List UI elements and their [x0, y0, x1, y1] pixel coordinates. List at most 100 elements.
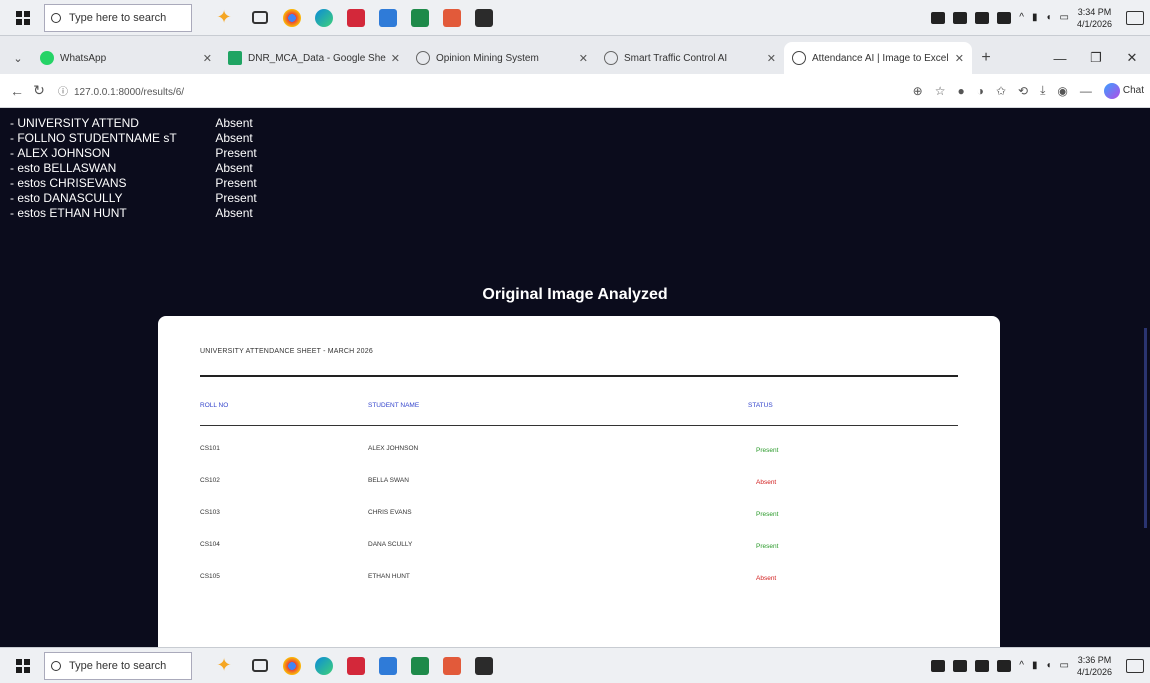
edge-app-icon[interactable]	[308, 650, 340, 682]
tray-app-icon-2[interactable]	[997, 659, 1012, 672]
app-icon-7[interactable]	[436, 2, 468, 34]
list-item: - estos CHRISEVANS Present	[10, 176, 257, 190]
scrollbar[interactable]	[1144, 328, 1147, 528]
close-icon[interactable]: ✕	[203, 52, 212, 65]
close-icon[interactable]: ✕	[391, 52, 400, 65]
reload-button[interactable]: ↻	[28, 82, 50, 99]
chrome-app-icon[interactable]	[276, 650, 308, 682]
table-cell-roll: CS102	[200, 477, 220, 484]
battery-icon[interactable]: ▭	[1060, 660, 1069, 671]
tray-app-icon[interactable]	[931, 659, 946, 672]
app-icon-5[interactable]	[372, 650, 404, 682]
close-icon[interactable]: ✕	[579, 52, 588, 65]
taskbar-search-input[interactable]: Type here to search	[44, 3, 192, 32]
widgets-icon[interactable]: ✦	[204, 7, 244, 28]
whatsapp-icon	[40, 51, 54, 65]
close-window-button[interactable]: ✕	[1114, 50, 1150, 66]
excel-app-icon[interactable]	[404, 650, 436, 682]
wps-app-icon[interactable]	[340, 2, 372, 34]
app-icon-7[interactable]	[436, 650, 468, 682]
notification-icon[interactable]	[1126, 10, 1144, 25]
task-view-button[interactable]	[244, 2, 276, 34]
list-item: - UNIVERSITY ATTEND Absent	[10, 116, 253, 130]
extracted-results-list: - UNIVERSITY ATTEND Absent - FOLLNO STUDE…	[10, 116, 257, 221]
extension-icon-2[interactable]: ◑	[977, 84, 984, 98]
excel-app-icon[interactable]	[404, 2, 436, 34]
search-icon	[51, 660, 61, 671]
terminal-app-icon[interactable]	[468, 650, 500, 682]
downloads-icon[interactable]: ⤓	[1040, 83, 1045, 98]
copilot-chat-button[interactable]: Chat	[1103, 82, 1144, 99]
table-cell-name: CHRIS EVANS	[368, 509, 412, 516]
column-header-roll: ROLL NO	[200, 402, 229, 409]
table-cell-name: BELLA SWAN	[368, 477, 409, 484]
widgets-icon[interactable]: ✦	[204, 655, 244, 676]
restore-button[interactable]: ❐	[1078, 50, 1114, 66]
column-header-status: STATUS	[748, 402, 773, 409]
new-tab-button[interactable]: +	[972, 42, 1000, 74]
volume-icon[interactable]: ◖	[1045, 660, 1051, 671]
taskbar-clock[interactable]: 3:34 PM 4/1/2026	[1077, 6, 1112, 30]
table-cell-roll: CS105	[200, 573, 220, 580]
divider	[200, 375, 958, 377]
table-cell-name: ALEX JOHNSON	[368, 445, 419, 452]
url-field[interactable]: ⓘ 127.0.0.1:8000/results/6/	[58, 83, 913, 98]
volume-icon[interactable]: ◖	[1045, 12, 1051, 23]
more-icon[interactable]: —	[1080, 84, 1092, 98]
tab-opinion-mining[interactable]: Opinion Mining System ✕	[408, 42, 596, 74]
taskbar-clock[interactable]: 3:36 PM 4/1/2026	[1077, 654, 1112, 678]
copilot-icon	[1103, 82, 1120, 99]
table-cell-status: Absent	[756, 479, 777, 486]
network-icon[interactable]: ▮	[1032, 12, 1038, 23]
tab-whatsapp[interactable]: WhatsApp ✕	[32, 42, 220, 74]
list-item: - estos ETHAN HUNT Absent	[10, 206, 253, 220]
battery-icon[interactable]: ▭	[1060, 12, 1069, 23]
notification-icon[interactable]	[1126, 658, 1144, 673]
windows-icon	[16, 10, 30, 25]
info-icon[interactable]: ⓘ	[58, 87, 68, 98]
bookmark-star-icon[interactable]: ☆	[935, 84, 946, 98]
table-cell-name: ETHAN HUNT	[368, 573, 410, 580]
start-button[interactable]	[6, 649, 40, 683]
list-item: - FOLLNO STUDENTNAME sT Absent	[10, 131, 253, 145]
wps-app-icon[interactable]	[340, 650, 372, 682]
taskbar-search-input[interactable]: Type here to search	[44, 651, 192, 680]
windows-icon	[16, 658, 30, 673]
history-icon[interactable]: ⟲	[1018, 84, 1028, 98]
table-cell-roll: CS101	[200, 445, 220, 452]
network-icon[interactable]: ▮	[1032, 660, 1038, 671]
edge-app-icon[interactable]	[308, 2, 340, 34]
camera-icon[interactable]	[953, 11, 968, 24]
start-button[interactable]	[6, 1, 40, 35]
chevron-up-icon[interactable]: ^	[1019, 660, 1024, 671]
chevron-up-icon[interactable]: ^	[1019, 12, 1024, 23]
tray-app-icon-2[interactable]	[997, 11, 1012, 24]
extension-icon[interactable]: ●	[957, 84, 964, 98]
chrome-app-icon[interactable]	[276, 2, 308, 34]
profile-icon[interactable]: ◉	[1057, 84, 1067, 98]
video-icon[interactable]	[975, 659, 990, 672]
tray-app-icon[interactable]	[931, 11, 946, 24]
page-content: - UNIVERSITY ATTEND Absent - FOLLNO STUDE…	[0, 108, 1150, 647]
globe-icon	[416, 51, 430, 65]
video-icon[interactable]	[975, 11, 990, 24]
back-button[interactable]: ←	[6, 83, 28, 99]
address-bar: ← ↻ ⓘ 127.0.0.1:8000/results/6/ ⊕ ☆ ● ◑ ✩…	[0, 74, 1150, 108]
globe-icon	[792, 51, 806, 65]
tab-smart-traffic[interactable]: Smart Traffic Control AI ✕	[596, 42, 784, 74]
app-icon-5[interactable]	[372, 2, 404, 34]
tab-attendance-ai[interactable]: Attendance AI | Image to Excel ✕	[784, 42, 972, 74]
terminal-app-icon[interactable]	[468, 2, 500, 34]
sheets-icon	[228, 51, 242, 65]
table-cell-name: DANA SCULLY	[368, 541, 413, 548]
tab-list-chevron-icon[interactable]: ⌄	[4, 42, 32, 74]
favorites-icon[interactable]: ✩	[996, 84, 1006, 98]
list-item: - esto DANASCULLY Present	[10, 191, 257, 205]
close-icon[interactable]: ✕	[955, 52, 964, 65]
minimize-button[interactable]: —	[1042, 51, 1078, 66]
camera-icon[interactable]	[953, 659, 968, 672]
task-view-button[interactable]	[244, 650, 276, 682]
translate-icon[interactable]: ⊕	[913, 84, 923, 98]
close-icon[interactable]: ✕	[767, 52, 776, 65]
tab-google-sheet[interactable]: DNR_MCA_Data - Google She ✕	[220, 42, 408, 74]
